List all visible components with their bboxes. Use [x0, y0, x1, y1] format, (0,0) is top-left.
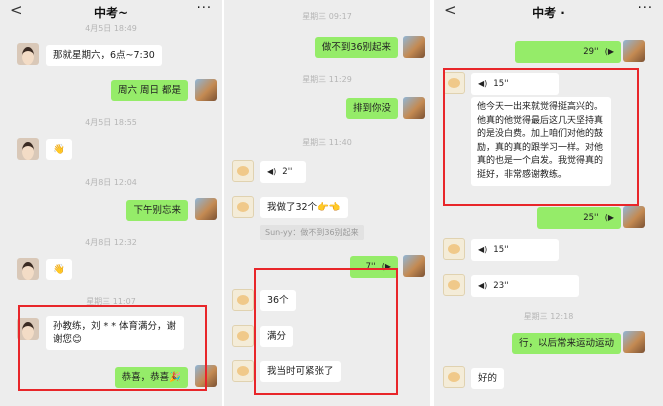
voice-message[interactable]: 25'' (▶: [537, 207, 621, 229]
timestamp: 星期三 11:29: [302, 75, 352, 84]
highlight-box: [254, 268, 398, 395]
voice-message[interactable]: ◀) 2'': [260, 161, 306, 183]
avatar[interactable]: [623, 40, 645, 62]
avatar[interactable]: [443, 238, 465, 260]
avatar[interactable]: [232, 289, 254, 311]
chat-panel-1: < 中考~ ··· 4月5日 18:49 那就星期六，6点~7:30 周六 周日…: [0, 0, 222, 406]
message-bubble[interactable]: 行，以后常来运动运动: [511, 333, 621, 354]
timestamp: 星期三 12:18: [523, 312, 574, 321]
avatar[interactable]: [195, 79, 217, 101]
avatar[interactable]: [195, 198, 217, 220]
avatar[interactable]: [232, 160, 254, 182]
avatar[interactable]: [232, 360, 254, 382]
timestamp: 星期三 11:40: [302, 138, 352, 147]
message-bubble[interactable]: 我做了32个👉👈: [260, 197, 348, 218]
avatar[interactable]: [232, 196, 254, 218]
message-bubble[interactable]: 做不到36别起来: [314, 37, 398, 58]
avatar[interactable]: [17, 258, 39, 280]
timestamp: 4月8日 12:32: [85, 238, 137, 247]
avatar[interactable]: [403, 255, 425, 277]
message-bubble[interactable]: 👋: [46, 259, 72, 280]
voice-message[interactable]: 29'' (▶: [515, 41, 621, 63]
timestamp: 4月8日 12:04: [85, 178, 137, 187]
voice-message[interactable]: ◀) 23'': [471, 275, 579, 297]
message-bubble[interactable]: 好的: [471, 368, 505, 389]
avatar[interactable]: [17, 138, 39, 160]
chat-header: < 中考~ ···: [0, 0, 222, 22]
message-bubble[interactable]: 👋: [46, 139, 72, 160]
voice-icon: ◀): [267, 167, 277, 176]
timestamp: 4月5日 18:49: [85, 24, 137, 33]
timestamp: 4月5日 18:55: [85, 118, 137, 127]
chat-header: < 中考 · ···: [434, 0, 663, 22]
highlight-box: [443, 68, 639, 206]
voice-icon: (▶: [604, 47, 614, 56]
chat-title: 中考~: [93, 6, 129, 20]
voice-icon: (▶: [604, 213, 614, 222]
voice-icon: ◀): [478, 281, 488, 290]
highlight-box: [18, 305, 207, 391]
avatar[interactable]: [623, 206, 645, 228]
quote-reply[interactable]: Sun-yy：做不到36别起来: [260, 225, 364, 240]
avatar[interactable]: [443, 274, 465, 296]
message-bubble[interactable]: 下午别忘来: [126, 200, 188, 221]
voice-duration: 25'': [583, 213, 599, 223]
timestamp: 星期三 09:17: [302, 12, 352, 21]
avatar[interactable]: [17, 43, 39, 65]
voice-duration: 2'': [282, 167, 293, 177]
more-icon[interactable]: ···: [638, 1, 653, 16]
screenshot-collage: < 中考~ ··· 4月5日 18:49 那就星期六，6点~7:30 周六 周日…: [0, 0, 663, 406]
more-icon[interactable]: ···: [197, 1, 212, 16]
chat-title: 中考 ·: [532, 6, 565, 20]
chat-panel-2: 星期三 09:17 做不到36别起来 星期三 11:29 排到你没 星期三 11…: [224, 0, 430, 406]
voice-message[interactable]: ◀) 15'': [471, 239, 559, 261]
voice-duration: 15'': [493, 245, 509, 255]
message-bubble[interactable]: 排到你没: [345, 98, 398, 119]
message-bubble[interactable]: 那就星期六，6点~7:30: [46, 45, 162, 66]
chat-panel-3: < 中考 · ··· 29'' (▶ ◀) 15'' 他今天一出来就觉得挺高兴的。他…: [434, 0, 663, 406]
message-bubble[interactable]: 周六 周日 都是: [110, 80, 188, 101]
voice-duration: 29'': [583, 47, 599, 57]
avatar[interactable]: [232, 325, 254, 347]
avatar[interactable]: [403, 36, 425, 58]
avatar[interactable]: [443, 366, 465, 388]
avatar[interactable]: [403, 97, 425, 119]
voice-icon: ◀): [478, 245, 488, 254]
avatar[interactable]: [623, 331, 645, 353]
voice-duration: 23'': [493, 281, 509, 291]
